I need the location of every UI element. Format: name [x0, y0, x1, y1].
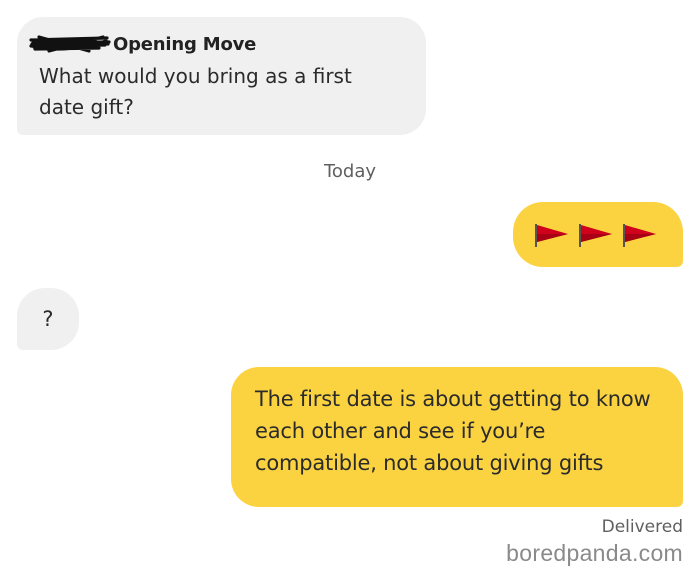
opening-move-header: Opening Move	[29, 31, 404, 57]
delivery-status: Delivered	[601, 517, 683, 537]
redacted-name-scribble	[29, 35, 111, 53]
red-flag-icon	[579, 223, 612, 247]
opening-move-bubble[interactable]: Opening Move What would you bring as a f…	[17, 17, 426, 135]
reply-message[interactable]: The first date is about getting to know …	[231, 367, 683, 507]
red-flags-message[interactable]	[513, 202, 683, 267]
red-flag-icon	[535, 223, 568, 247]
opening-move-question: What would you bring as a first date gif…	[39, 64, 352, 119]
opening-move-label: Opening Move	[113, 33, 257, 55]
red-flag-icon	[623, 223, 656, 247]
question-mark-message[interactable]: ?	[17, 288, 79, 350]
date-divider: Today	[323, 161, 377, 182]
watermark: boredpanda.com	[506, 540, 683, 566]
reply-message-text: The first date is about getting to know …	[255, 387, 651, 475]
